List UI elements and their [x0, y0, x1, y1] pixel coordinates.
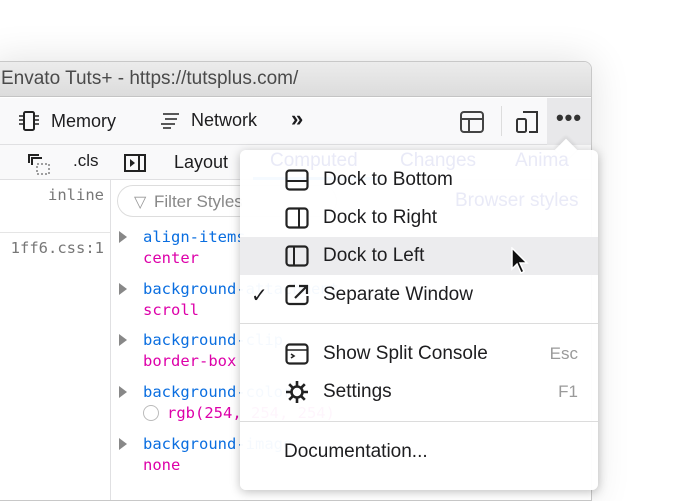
shortcut-label: Esc: [549, 344, 578, 363]
tab-network[interactable]: Network: [159, 110, 257, 131]
menu-item-label: Dock to Right: [323, 207, 438, 228]
tab-label: Memory: [51, 110, 117, 131]
expand-icon[interactable]: [119, 334, 127, 346]
menu-item-label: Show Split Console: [323, 343, 488, 364]
property-value: center: [143, 249, 199, 267]
toggle-sidebar-icon[interactable]: [124, 154, 146, 172]
separate-window-icon: [285, 284, 309, 306]
menu-item-dock-left[interactable]: Dock to Left: [240, 237, 598, 275]
expand-icon[interactable]: [119, 386, 127, 398]
dock-right-icon: [285, 207, 309, 229]
console-icon: [285, 343, 309, 365]
network-icon: [161, 112, 179, 129]
shortcut-label: F1: [558, 382, 578, 401]
inline-label: inline: [48, 186, 104, 204]
expand-icon[interactable]: [119, 231, 127, 243]
dock-left-icon: [285, 245, 309, 267]
settings-menu: Computed Changes Anima Browser styles Do…: [240, 138, 598, 490]
menu-item-settings[interactable]: Settings F1: [240, 373, 598, 411]
rule-divider: [0, 232, 110, 233]
more-options-button[interactable]: •••: [547, 98, 591, 145]
expand-icon[interactable]: [119, 283, 127, 295]
menu-item-separate-window[interactable]: ✓ Separate Window: [240, 276, 598, 314]
tab-layout[interactable]: Layout: [174, 152, 228, 173]
rules-panel: inline 1ff6.css:1: [0, 180, 111, 500]
menu-item-dock-right[interactable]: Dock to Right: [240, 199, 598, 237]
color-swatch[interactable]: [143, 405, 159, 421]
cls-button[interactable]: .cls: [73, 151, 99, 171]
tab-memory[interactable]: Memory: [17, 110, 116, 132]
source-link[interactable]: 1ff6.css:1: [11, 239, 104, 257]
mouse-cursor-icon: [511, 247, 529, 275]
menu-item-documentation[interactable]: Documentation...: [240, 433, 598, 471]
toolbar-divider: [501, 106, 502, 136]
menu-item-label: Separate Window: [323, 284, 473, 305]
devtools-toolbar: Memory Network » •••: [0, 98, 591, 145]
gear-icon: [286, 381, 308, 403]
property-row[interactable]: align-items center: [117, 227, 246, 269]
dock-bottom-icon: [285, 169, 309, 191]
menu-item-dock-bottom[interactable]: Dock to Bottom: [240, 161, 598, 199]
menu-item-label: Settings: [323, 381, 392, 402]
filter-placeholder: Filter Styles: [154, 192, 243, 211]
dock-layout-icon[interactable]: [459, 110, 485, 134]
filter-icon: ▽: [134, 194, 147, 211]
property-name: align-items: [143, 228, 246, 246]
expand-icon[interactable]: [119, 438, 127, 450]
menu-item-label: Dock to Bottom: [323, 169, 453, 190]
tab-label: Network: [191, 110, 258, 130]
pseudo-class-icon[interactable]: [27, 153, 53, 182]
window-title: Envato Tuts+ - https://tutsplus.com/: [0, 62, 591, 97]
menu-item-split-console[interactable]: Show Split Console Esc: [240, 335, 598, 373]
menu-item-label: Dock to Left: [323, 245, 425, 266]
checkmark-icon: ✓: [251, 284, 268, 307]
menu-divider: [240, 421, 598, 422]
memory-icon: [19, 111, 39, 131]
menu-item-label: Documentation...: [284, 441, 428, 462]
responsive-design-icon[interactable]: [515, 109, 541, 135]
overflow-tabs-button[interactable]: »: [291, 106, 303, 132]
menu-divider: [240, 323, 598, 324]
